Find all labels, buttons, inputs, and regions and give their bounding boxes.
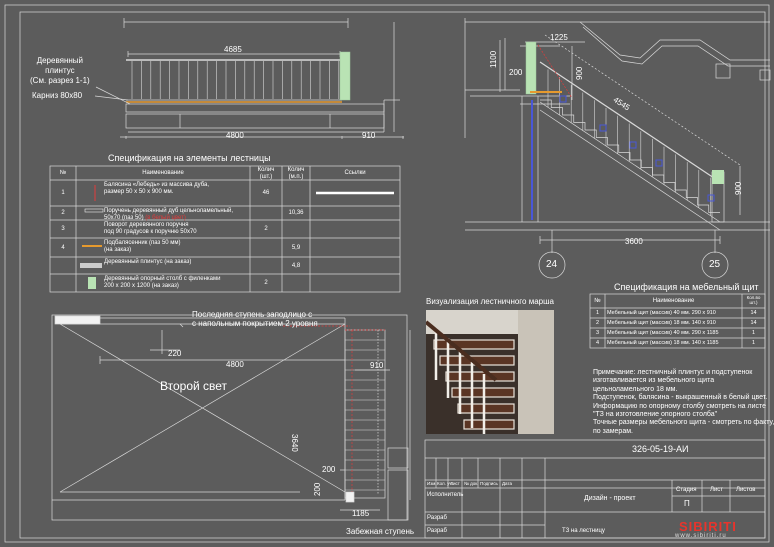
spec-row-qty-pcs: 2 — [264, 226, 268, 232]
furniture-row-qty: 1 — [751, 330, 756, 336]
furniture-row-qty: 14 — [750, 310, 757, 316]
furniture-row-qty: 1 — [751, 340, 756, 346]
spec-row-qty-pcs: 46 — [262, 190, 270, 196]
note-line: по замерам. — [593, 427, 633, 435]
dim-3640: 3640 — [290, 434, 299, 452]
note-line: Информацию по опорному столбу смотреть н… — [593, 402, 767, 410]
winder-step-label: Забежная ступень — [346, 527, 415, 536]
dim-total-top: 4685 — [224, 45, 242, 54]
furniture-row-name: Мебельный щит (массив) 18 мм. 140 x 910 — [607, 320, 716, 326]
dim-200: 200 — [509, 68, 523, 77]
spec-row-num: 2 — [61, 210, 65, 216]
note-line: изготавливается из мебельного щита — [593, 377, 715, 385]
drawing-code: 326-05-19-АИ — [632, 444, 689, 454]
dim-1185: 1185 — [352, 509, 370, 518]
spec-row-name: Подбалясенник (паз 50 мм) (на заказ) — [104, 240, 181, 253]
spec-row-name: Балясина «Лебедь» из массива дуба, разме… — [104, 182, 210, 195]
sheets-header: Листов — [736, 487, 756, 493]
spec-header-qty-m: Колич (м.п.) — [287, 167, 305, 180]
spec-row-qty-m: 5,9 — [291, 244, 301, 251]
spec-row-num: 4 — [61, 244, 65, 251]
furniture-header-name: Наименование — [652, 298, 695, 304]
document-name: ТЗ на лестницу — [562, 528, 605, 534]
sibiriti-logo: SIBIRITI — [679, 519, 737, 534]
furniture-row-num: 3 — [595, 330, 600, 336]
dim-right: 910 — [362, 131, 376, 140]
dim-bottom: 4800 — [226, 131, 244, 140]
spec-row-name-note: (в белый цвет) — [143, 215, 186, 221]
dim-900-top: 900 — [575, 66, 584, 80]
spec-header-qty-pcs: Колич (шт.) — [257, 167, 275, 180]
axis-24: 24 — [546, 259, 558, 270]
spec-row-name: Поворот деревянного поручня под 90 граду… — [104, 222, 197, 235]
title-col-head: Изм. — [427, 481, 437, 486]
furniture-header-num: № — [594, 298, 601, 304]
developer-label-2: Разраб — [427, 528, 447, 534]
spec-row-qty-m: 10,36 — [288, 210, 304, 216]
plan-note: Последняя ступень заподлицо с с напольны… — [192, 310, 318, 328]
dim-910: 910 — [370, 361, 384, 370]
spec-row-name: Поручень деревянный дуб цельноламельный,… — [104, 208, 234, 221]
furniture-row-num: 2 — [595, 320, 600, 326]
spec-row-qty-m: 4,8 — [291, 262, 301, 269]
furniture-row-num: 1 — [595, 310, 600, 316]
dim-200-b: 200 — [313, 482, 322, 496]
dim-1100: 1100 — [489, 50, 498, 68]
furniture-row-name: Мебельный щит (массив) 40 мм. 290 x 910 — [607, 310, 716, 316]
furniture-header-qty: Кол.во шт.) — [746, 295, 761, 305]
axis-25: 25 — [709, 259, 721, 270]
dim-4800: 4800 — [226, 360, 244, 369]
title-col-head: Подпись — [480, 481, 498, 486]
visual-title: Визуализация лестничного марша — [426, 297, 554, 306]
furniture-row-num: 4 — [595, 340, 600, 346]
spec-furniture-title: Спецификация на мебельный щит — [614, 282, 759, 292]
drawing-sheet: 4685 Деревянный плинтус (См. разрез 1-1)… — [0, 0, 774, 547]
cornice-label: Карниз 80x80 — [32, 91, 83, 100]
sheet-header: Лист — [710, 487, 724, 493]
spec-header-num: № — [59, 170, 67, 176]
dim-900-right: 900 — [734, 181, 743, 195]
spec-row-name: Деревянный плинтус (на заказ) — [104, 259, 192, 265]
note-line: "ТЗ на изготовление опорного столба" — [593, 411, 718, 418]
furniture-row-name: Мебельный щит (массив) 18 мм. 140 x 1185 — [607, 340, 719, 346]
spec-header-links: Ссылки — [344, 170, 366, 176]
spec-row-name: Деревянный опорный столб с филенками 200… — [104, 276, 221, 289]
staircase-visualization-image — [426, 310, 554, 434]
spec-row-num: 1 — [61, 190, 65, 196]
spec-header-name: Наименование — [142, 170, 184, 176]
note-line: Примечание: лестничный плинтус и подступ… — [593, 369, 753, 376]
stage-header: Стадия — [676, 487, 697, 493]
project-label: Дизайн - проект — [584, 495, 636, 502]
spec-row-qty-pcs: 2 — [264, 280, 268, 286]
second-light-label: Второй свет — [160, 379, 228, 393]
drawing-lines — [4, 4, 771, 543]
dim-1225: 1225 — [550, 33, 568, 42]
note-line: Подступенок, балясина - выкрашенный в бе… — [593, 394, 768, 402]
spec-stairs-title: Спецификация на элементы лестницы — [108, 153, 271, 163]
note-line: Точные размеры мебельного щита - смотрет… — [593, 419, 774, 427]
furniture-row-name: Мебельный щит (массив) 40 мм. 290 x 1185 — [607, 330, 719, 336]
dim-220: 220 — [168, 349, 182, 358]
dim-3600: 3600 — [625, 237, 643, 246]
plinth-label: Деревянный плинтус (См. разрез 1-1) — [30, 56, 90, 85]
note-line: цельноламельного 18 мм. — [593, 385, 678, 393]
executor-label: Исполнитель — [427, 492, 464, 498]
spec-row-num: 3 — [61, 226, 65, 232]
stage-value: П — [684, 499, 690, 508]
title-col-head: Лист — [450, 481, 460, 486]
furniture-row-qty: 14 — [750, 320, 757, 326]
dim-200-a: 200 — [322, 465, 336, 474]
developer-label-1: Разраб — [427, 515, 447, 521]
title-col-head: № док. — [464, 481, 479, 486]
site-url: www.sibiriti.ru — [675, 533, 727, 539]
title-col-head: Дата — [502, 481, 512, 486]
